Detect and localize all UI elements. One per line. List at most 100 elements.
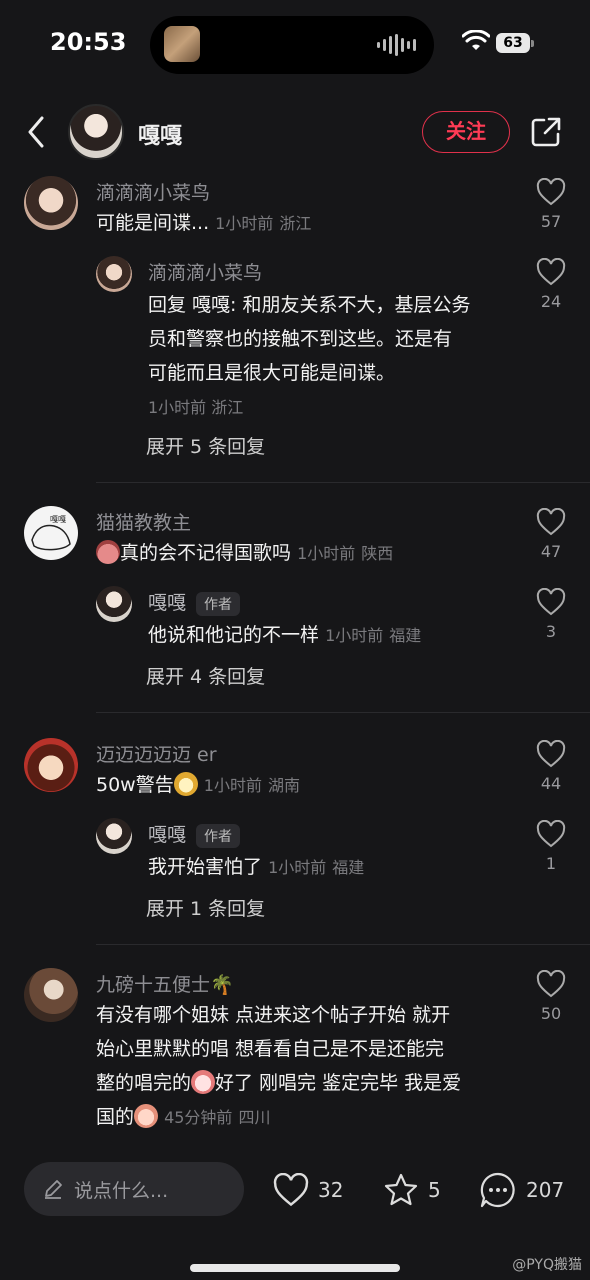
like-count: 44	[540, 774, 562, 793]
reply-body: 他说和他记的不一样	[148, 624, 320, 646]
like-icon[interactable]	[536, 258, 566, 286]
like-count: 24	[540, 292, 562, 311]
commenter-avatar[interactable]	[24, 176, 78, 230]
reply-name-row: 嘎嘎 作者	[148, 588, 241, 616]
comments-button[interactable]: 207	[478, 1170, 564, 1210]
status-bar: 20:53 63	[0, 0, 590, 90]
comment-time: 1小时前	[203, 776, 262, 795]
watermark: @PYQ搬猫	[512, 1257, 582, 1273]
crying-emoji-icon	[191, 1069, 216, 1094]
expand-replies-button[interactable]: 展开 1 条回复	[146, 894, 265, 921]
comment-time: 45分钟前	[164, 1108, 233, 1127]
comment-input[interactable]: 说点什么...	[24, 1162, 244, 1216]
comment-line-part: 国的	[96, 1106, 135, 1128]
author-badge: 作者	[196, 823, 241, 848]
audio-wave-icon	[377, 34, 416, 56]
comment-body: 50w警告	[96, 774, 174, 796]
reply-name[interactable]: 嘎嘎	[148, 592, 186, 614]
reply-line[interactable]: 员和警察也的接触不到这些。还是有	[148, 322, 452, 356]
comment-location: 湖南	[268, 776, 301, 795]
like-count: 57	[540, 212, 562, 231]
bottom-action-bar: 说点什么... 32 5 207	[0, 1148, 590, 1280]
star-icon	[384, 1173, 418, 1206]
back-icon[interactable]	[22, 114, 52, 150]
like-post-button[interactable]: 32	[272, 1170, 343, 1210]
reply-name[interactable]: 嘎嘎	[148, 824, 186, 846]
favorite-button[interactable]: 5	[382, 1170, 441, 1210]
expand-replies-button[interactable]: 展开 5 条回复	[146, 432, 265, 459]
comment-line[interactable]: 始心里默默的唱 想看看自己是不是还能完	[96, 1032, 444, 1066]
comment-line[interactable]: 整的唱完的 好了 刚唱完 鉴定完毕 我是爱	[96, 1066, 461, 1100]
comment-time: 1小时前	[215, 214, 274, 233]
reply-location: 福建	[389, 626, 422, 645]
reply-line[interactable]: 回复 嘎嘎: 和朋友关系不大，基层公务	[148, 288, 470, 322]
commenter-avatar[interactable]	[24, 738, 78, 792]
comment-count: 207	[526, 1178, 565, 1202]
like-count: 3	[545, 622, 557, 641]
comment-line-part: 整的唱完的	[96, 1072, 192, 1094]
reply-time: 1小时前	[268, 858, 327, 877]
commenter-name[interactable]: 九磅十五便士🌴	[96, 970, 234, 997]
comment-placeholder: 说点什么...	[74, 1180, 169, 1202]
like-icon[interactable]	[536, 740, 566, 768]
comment-body: 真的会不记得国歌吗	[120, 542, 292, 564]
commenter-avatar[interactable]	[24, 968, 78, 1022]
reply-avatar[interactable]	[96, 586, 132, 622]
reply-body: 我开始害怕了	[148, 856, 263, 878]
comment-text[interactable]: 真的会不记得国歌吗 1小时前 陕西	[96, 536, 393, 571]
reply-name[interactable]: 滴滴滴小菜鸟	[148, 258, 262, 285]
reply-location: 福建	[332, 858, 365, 877]
warning-emoji-icon	[173, 771, 198, 796]
like-icon[interactable]	[536, 970, 566, 998]
comment-divider	[96, 712, 590, 713]
like-icon[interactable]	[536, 178, 566, 206]
heart-icon	[273, 1173, 309, 1207]
reply-name-row: 嘎嘎 作者	[148, 820, 241, 848]
comment-text[interactable]: 可能是间谍... 1小时前 浙江	[96, 206, 311, 241]
post-like-count: 32	[318, 1178, 344, 1202]
comment-text[interactable]: 50w警告 1小时前 湖南	[96, 768, 300, 803]
dynamic-island[interactable]	[150, 16, 434, 74]
home-indicator[interactable]	[190, 1264, 400, 1272]
like-count: 47	[540, 542, 562, 561]
like-icon[interactable]	[536, 508, 566, 536]
comment-location: 陕西	[361, 544, 394, 563]
post-header: 嘎嘎 关注	[0, 100, 590, 166]
commenter-name[interactable]: 滴滴滴小菜鸟	[96, 178, 210, 205]
like-count: 1	[545, 854, 557, 873]
cat-sketch-icon: 嘎嘎	[31, 515, 71, 551]
reply-time: 1小时前	[148, 398, 207, 417]
battery-icon: 63	[496, 33, 534, 53]
sad-emoji-icon	[96, 539, 120, 564]
reply-text[interactable]: 我开始害怕了 1小时前 福建	[148, 850, 364, 885]
commenter-name[interactable]: 迈迈迈迈迈 er	[96, 740, 217, 767]
follow-button[interactable]: 关注	[422, 111, 510, 153]
battery-level: 63	[496, 33, 530, 53]
share-icon[interactable]	[530, 116, 562, 148]
like-icon[interactable]	[536, 588, 566, 616]
now-playing-thumbnail	[164, 26, 200, 62]
comment-divider	[96, 944, 590, 945]
comment-line[interactable]: 有没有哪个姐妹 点进来这个帖子开始 就开	[96, 998, 450, 1032]
expand-replies-button[interactable]: 展开 4 条回复	[146, 662, 265, 689]
comment-divider	[96, 482, 590, 483]
like-icon[interactable]	[536, 820, 566, 848]
author-avatar[interactable]	[68, 104, 124, 160]
commenter-name[interactable]: 猫猫教教主	[96, 508, 191, 535]
pencil-icon	[45, 1180, 62, 1199]
favorite-count: 5	[428, 1178, 441, 1202]
reply-text[interactable]: 他说和他记的不一样 1小时前 福建	[148, 618, 421, 653]
author-name[interactable]: 嘎嘎	[138, 118, 182, 150]
reply-line[interactable]: 可能而且是很大可能是间谍。	[148, 356, 395, 390]
like-count: 50	[540, 1004, 562, 1023]
reply-avatar[interactable]	[96, 256, 132, 292]
wifi-icon	[462, 30, 490, 50]
author-badge: 作者	[196, 591, 241, 616]
comment-location: 浙江	[279, 214, 312, 233]
blush-emoji-icon	[134, 1103, 159, 1128]
commenter-avatar[interactable]: 嘎嘎	[24, 506, 78, 560]
comment-bubble-icon	[480, 1172, 515, 1208]
comment-time: 1小时前	[297, 544, 356, 563]
comment-line[interactable]: 国的 45分钟前 四川	[96, 1100, 271, 1135]
reply-avatar[interactable]	[96, 818, 132, 854]
